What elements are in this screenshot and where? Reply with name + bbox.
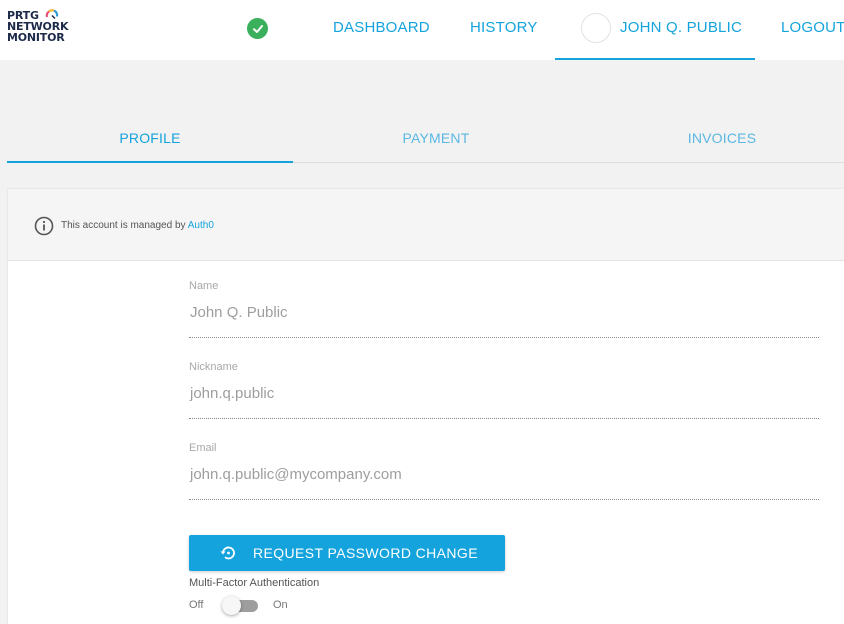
nav-user-menu[interactable]: JOHN Q. PUBLIC (555, 0, 755, 60)
email-value: john.q.public@mycompany.com (190, 466, 402, 483)
checkmark-icon (252, 24, 263, 33)
mfa-off-label: Off (189, 599, 204, 611)
history-reset-icon (220, 546, 235, 560)
tab-payment[interactable]: PAYMENT (293, 116, 579, 163)
gauge-icon (45, 9, 59, 20)
nav-dashboard[interactable]: DASHBOARD (333, 19, 430, 36)
tab-invoices[interactable]: INVOICES (579, 116, 844, 163)
profile-card: This account is managed by Auth0 Name Jo… (8, 189, 844, 624)
nickname-value: john.q.public (190, 385, 275, 402)
email-field[interactable]: Email john.q.public@mycompany.com (189, 442, 819, 500)
managed-notice-text: This account is managed by Auth0 (61, 220, 214, 231)
request-password-change-button[interactable]: REQUEST PASSWORD CHANGE (189, 535, 505, 571)
tab-profile[interactable]: PROFILE (7, 116, 293, 163)
name-field[interactable]: Name John Q. Public (189, 280, 819, 338)
mfa-toggle-knob (222, 596, 241, 615)
account-notice: This account is managed by Auth0 (8, 189, 844, 261)
email-label: Email (189, 442, 217, 454)
nickname-label: Nickname (189, 361, 238, 373)
top-bar: PRTG NETWORK MONITOR DASHBOARD HISTORY J… (0, 0, 844, 60)
avatar (581, 13, 611, 43)
status-ok-icon[interactable] (247, 18, 268, 39)
nav-logout[interactable]: LOGOUT (781, 19, 844, 36)
request-password-change-label: REQUEST PASSWORD CHANGE (253, 545, 478, 561)
auth0-link[interactable]: Auth0 (188, 220, 214, 231)
name-value: John Q. Public (190, 304, 288, 321)
mfa-on-label: On (273, 599, 288, 611)
account-tabs: PROFILE PAYMENT INVOICES (7, 116, 844, 163)
prtg-logo[interactable]: PRTG NETWORK MONITOR (7, 9, 77, 50)
nickname-field[interactable]: Nickname john.q.public (189, 361, 819, 419)
nav-user-name: JOHN Q. PUBLIC (620, 19, 742, 36)
mfa-label: Multi-Factor Authentication (189, 577, 320, 589)
name-label: Name (189, 280, 219, 292)
logo-line-3: MONITOR (7, 31, 65, 44)
mfa-toggle[interactable] (222, 596, 258, 615)
managed-notice-prefix: This account is managed by (61, 220, 188, 231)
nav-history[interactable]: HISTORY (470, 19, 538, 36)
info-icon (34, 216, 54, 236)
